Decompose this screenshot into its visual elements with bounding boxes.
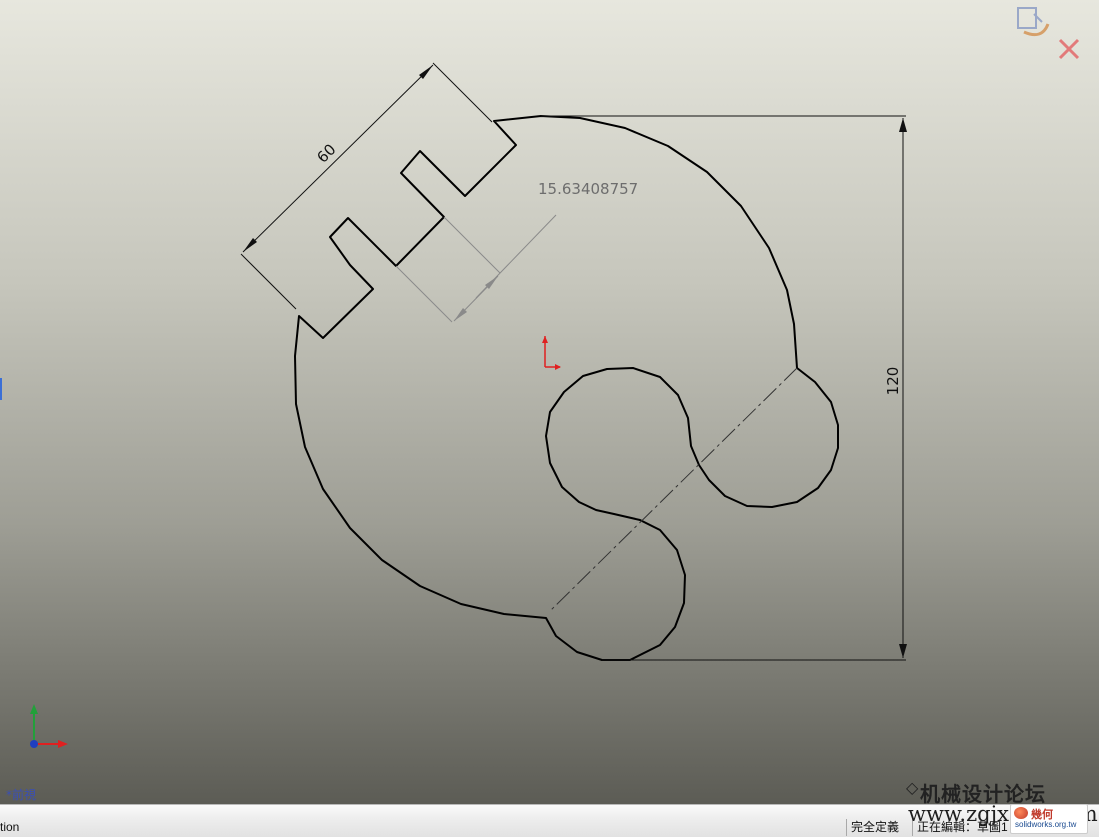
graphics-viewport[interactable]: 60 15.63408757 120 *前視 bbox=[0, 0, 1099, 804]
status-message: tion bbox=[0, 820, 20, 834]
cancel-x-icon[interactable] bbox=[1058, 38, 1080, 60]
sketch-canvas[interactable]: 60 15.63408757 120 bbox=[0, 0, 1099, 804]
rebuild-exit-sketch-icon[interactable] bbox=[1017, 7, 1050, 37]
view-name-label: *前視 bbox=[6, 788, 37, 802]
feature-manager-edge[interactable] bbox=[0, 378, 2, 400]
sketch-origin-icon bbox=[542, 336, 561, 370]
badge-url: solidworks.org.tw bbox=[1015, 820, 1077, 829]
construction-centerline[interactable] bbox=[548, 367, 798, 613]
site-watermark: ◇ 机械设计论坛 www.zgjxcad.com 幾何 solidworks.o… bbox=[906, 776, 1099, 836]
forum-logo-icon: ◇ bbox=[906, 780, 919, 797]
axis-triad-icon[interactable] bbox=[30, 704, 68, 748]
confirm-corner bbox=[1012, 2, 1098, 68]
watermark-badge: 幾何 solidworks.org.tw bbox=[1010, 804, 1088, 834]
sketch-definition-status[interactable]: 完全定義 bbox=[846, 819, 903, 836]
dimension-120-label: 120 bbox=[884, 367, 902, 396]
dimension-60-label: 60 bbox=[313, 140, 339, 166]
badge-logo-icon bbox=[1014, 807, 1028, 819]
reference-dimension[interactable]: 15.63408757 bbox=[395, 180, 638, 323]
reference-dimension-label: 15.63408757 bbox=[538, 180, 638, 198]
